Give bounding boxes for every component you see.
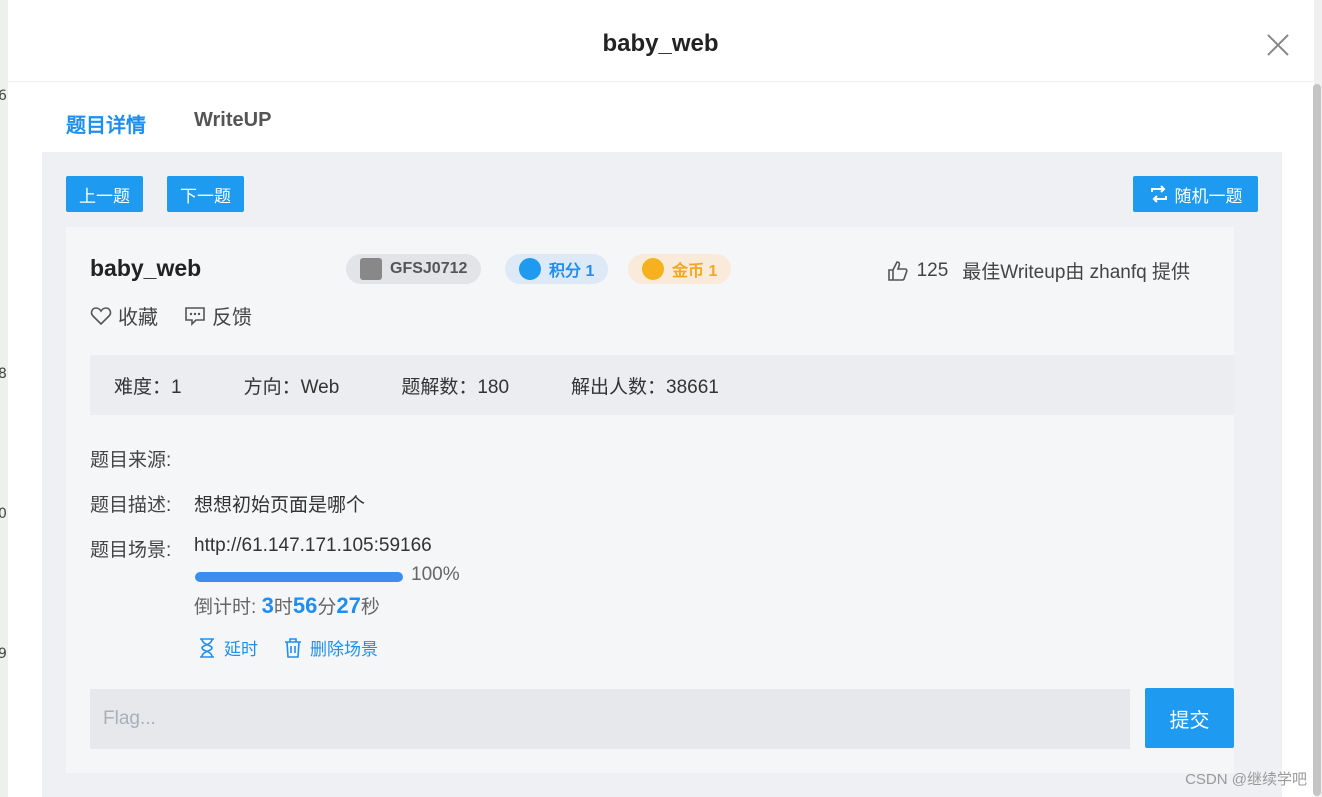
watermark: CSDN @继续学吧	[1185, 771, 1307, 788]
close-icon[interactable]	[1265, 32, 1291, 58]
challenge-modal: baby_web 题目详情 WriteUP 上一题 下一题 随机一题 baby_…	[8, 0, 1313, 797]
scene-field: 题目场景: http://61.147.171.105:59166	[90, 535, 432, 562]
tab-details[interactable]: 题目详情	[42, 95, 170, 155]
countdown-seconds: 27	[336, 593, 361, 618]
heart-icon	[90, 306, 112, 325]
backdrop-digit: 0	[0, 506, 7, 522]
details-panel: 上一题 下一题 随机一题 baby_web GFSJ0712 积分 1 金币 1	[42, 152, 1282, 797]
trash-icon	[285, 637, 301, 658]
backdrop-digit: 9	[0, 646, 7, 662]
favorite-button[interactable]: 收藏	[90, 301, 158, 330]
thumbs-up-icon[interactable]	[887, 260, 909, 282]
description-label: 题目描述:	[90, 495, 172, 516]
favorite-label: 收藏	[118, 307, 158, 329]
feedback-label: 反馈	[212, 307, 252, 329]
challenge-id-badge: GFSJ0712	[346, 254, 482, 284]
solver-count: 解出人数：38661	[571, 376, 719, 398]
modal-header: baby_web	[8, 0, 1313, 82]
countdown-label: 倒计时:	[194, 597, 257, 618]
submit-button[interactable]: 提交	[1145, 688, 1234, 748]
tab-writeup[interactable]: WriteUP	[170, 95, 295, 155]
avatar-icon	[360, 258, 382, 280]
prev-button[interactable]: 上一题	[66, 176, 143, 212]
random-button[interactable]: 随机一题	[1133, 176, 1258, 212]
shuffle-icon	[1150, 185, 1167, 203]
direction: 方向：Web	[243, 376, 340, 398]
coins-label: 金币 1	[672, 263, 718, 280]
coins-badge: 金币 1	[628, 254, 732, 284]
countdown: 倒计时: 3时56分27秒	[194, 592, 380, 619]
random-label: 随机一题	[1174, 186, 1243, 206]
comment-icon	[185, 306, 205, 326]
backdrop-digit: 6	[0, 88, 7, 104]
countdown-hours: 3	[261, 593, 274, 618]
backdrop-digit: 8	[0, 366, 7, 382]
solve-count: 题解数：180	[401, 376, 510, 398]
source-label: 题目来源:	[90, 450, 172, 471]
description-field: 题目描述: 想想初始页面是哪个	[90, 490, 365, 517]
scene-progress-text: 100%	[411, 564, 460, 585]
countdown-minutes: 56	[292, 593, 318, 618]
difficulty: 难度：1	[114, 376, 182, 398]
points-badge: 积分 1	[505, 254, 609, 284]
hours-unit: 时	[273, 597, 293, 618]
seconds-unit: 秒	[360, 597, 380, 618]
extend-button[interactable]: 延时	[198, 635, 258, 660]
description-value: 想想初始页面是哪个	[194, 495, 366, 516]
delete-scene-button[interactable]: 删除场景	[284, 635, 378, 660]
scrollbar-thumb[interactable]	[1313, 84, 1321, 796]
points-label: 积分 1	[549, 263, 595, 280]
minutes-unit: 分	[317, 597, 337, 618]
scene-operations: 延时 删除场景	[198, 635, 404, 660]
tab-bar: 题目详情 WriteUP	[42, 95, 295, 155]
modal-title: baby_web	[602, 30, 719, 57]
delete-scene-label: 删除场景	[310, 640, 378, 659]
best-writeup[interactable]: 最佳Writeup由 zhanfq 提供	[962, 257, 1190, 284]
coin-icon	[642, 258, 664, 280]
backdrop-left: 6 8 0 9	[0, 0, 8, 797]
hourglass-icon	[200, 637, 214, 658]
scene-progress-bar	[195, 572, 403, 582]
flag-input[interactable]	[90, 689, 1130, 749]
like-count: 125	[916, 259, 949, 281]
extend-label: 延时	[224, 640, 258, 659]
source-field: 题目来源:	[90, 445, 194, 472]
scene-label: 题目场景:	[90, 540, 172, 561]
next-button[interactable]: 下一题	[167, 176, 244, 212]
like-area: 125 最佳Writeup由 zhanfq 提供	[887, 257, 1190, 284]
stats-box: 难度：1 方向：Web 题解数：180 解出人数：38661	[90, 355, 1234, 415]
scene-url[interactable]: http://61.147.171.105:59166	[194, 535, 432, 562]
feedback-button[interactable]: 反馈	[184, 301, 252, 330]
challenge-id: GFSJ0712	[390, 260, 468, 277]
action-row: 收藏 反馈	[90, 301, 278, 330]
star-icon	[519, 258, 541, 280]
challenge-title: baby_web	[90, 255, 202, 281]
challenge-card: baby_web GFSJ0712 积分 1 金币 1 125 最佳Writeu…	[66, 227, 1234, 773]
